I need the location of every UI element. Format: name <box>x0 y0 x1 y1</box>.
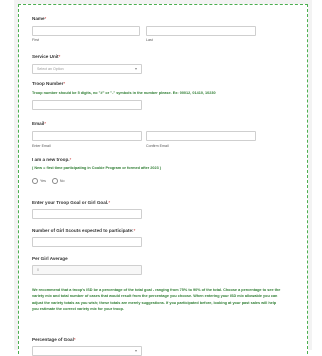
email-label: Email* <box>32 121 47 126</box>
recommendation-text: We recommend that a troop's ISD be a per… <box>32 288 281 312</box>
percentage-label: Percentage of Goal* <box>32 337 76 342</box>
troop-number-label: Troop Number* <box>32 81 66 86</box>
per-girl-output: 0 <box>32 265 142 275</box>
last-name-input[interactable] <box>146 26 256 36</box>
service-unit-label: Service Unit* <box>32 54 61 59</box>
new-troop-radio-group: Yes No <box>32 178 64 184</box>
girls-label: Number of Girl Scouts expected to partic… <box>32 228 136 233</box>
email-sublabel: Enter Email <box>32 144 51 148</box>
chevron-down-icon: ▾ <box>134 348 137 353</box>
radio-no[interactable]: No <box>51 178 64 184</box>
troop-number-input[interactable] <box>32 100 142 110</box>
chevron-down-icon: ▾ <box>134 66 137 71</box>
service-unit-select[interactable]: Select an Option ▾ <box>32 64 142 74</box>
email-input[interactable] <box>32 131 142 141</box>
last-name-sublabel: Last <box>146 38 153 42</box>
per-girl-label: Per Girl Average <box>32 256 68 261</box>
percentage-select[interactable]: ▾ <box>32 346 142 356</box>
goal-label: Enter your Troop Goal or Girl Goal.* <box>32 200 111 205</box>
new-troop-hint: ( New = first time participating in Cook… <box>32 166 162 170</box>
confirm-email-sublabel: Confirm Email <box>146 144 169 148</box>
troop-number-hint: Troop number should be 5 digits, no "#" … <box>32 91 216 95</box>
radio-circle-icon <box>51 178 58 184</box>
service-unit-placeholder: Select an Option <box>37 67 64 71</box>
first-name-sublabel: First <box>32 38 39 42</box>
new-troop-label: I am a new troop.* <box>32 157 72 162</box>
first-name-input[interactable] <box>32 26 140 36</box>
confirm-email-input[interactable] <box>146 131 256 141</box>
girls-input[interactable] <box>32 237 142 247</box>
name-label: Name* <box>32 16 47 21</box>
radio-circle-icon <box>32 178 38 184</box>
radio-yes[interactable]: Yes <box>32 178 46 184</box>
goal-input[interactable] <box>32 209 142 219</box>
